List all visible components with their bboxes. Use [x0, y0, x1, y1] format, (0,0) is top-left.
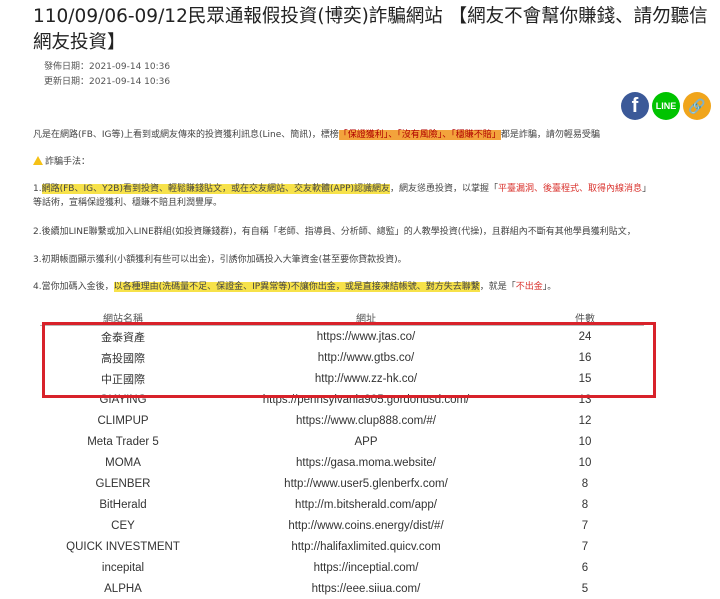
table-row: BitHerald http://m.bitsherald.com/app/8 — [40, 494, 644, 515]
site-name-cell: Meta Trader 5 — [87, 435, 159, 448]
step-1-highlight: 網路(FB、IG、Y2B)看到投資、輕鬆賺錢貼文，或在交友網站、交友軟體(APP… — [41, 184, 391, 194]
site-url-cell: https://eee.siiua.com/ — [311, 582, 421, 595]
report-count-cell: 8 — [581, 498, 589, 511]
report-count-cell: 5 — [581, 582, 589, 595]
intro-text-end: 都是詐騙，請勿輕易受騙 — [500, 130, 600, 140]
publish-date: 發佈日期：2021-09-14 10:36 — [44, 62, 171, 72]
update-date: 更新日期：2021-09-14 10:36 — [44, 77, 171, 87]
step-1: 1.網路(FB、IG、Y2B)看到投資、輕鬆賺錢貼文，或在交友網站、交友軟體(A… — [33, 182, 708, 210]
step-3: 3.初期帳面顯示獲利(小額獲利有些可以出金)，引誘你加碼投入大筆資金(甚至要你貸… — [33, 255, 407, 265]
site-url-cell: APP — [354, 435, 378, 448]
site-name-cell: ALPHA — [104, 582, 142, 595]
article-title: 110/09/06-09/12民眾通報假投資(博奕)詐騙網站 【網友不會幫你賺錢… — [33, 6, 708, 53]
site-name-cell: CEY — [111, 519, 135, 532]
table-row: MOMA https://gasa.moma.website/10 — [40, 452, 644, 473]
site-name-cell: CLIMPUP — [97, 414, 149, 427]
intro-paragraph: 凡是在網路(FB、IG等)上看到或網友傳來的投資獲利訊息(Line、簡訊)，標榜… — [33, 128, 708, 142]
report-count-cell: 6 — [581, 561, 589, 574]
facebook-share-icon[interactable]: f — [621, 92, 649, 120]
site-name-cell: incepital — [101, 561, 145, 574]
step-1-number: 1. — [33, 184, 42, 194]
step-4: 4.當你加碼入金後，以各種理由(洗碼量不足、保證金、IP異常等)不讓你出金，或是… — [33, 280, 708, 294]
step-4-end: 」。 — [542, 282, 557, 292]
site-url-cell: https://inceptial.com/ — [313, 561, 419, 574]
table-row: QUICK INVESTMENT http://halifaxlimited.qu… — [40, 536, 644, 557]
intro-text: 凡是在網路(FB、IG等)上看到或網友傳來的投資獲利訊息(Line、簡訊)，標榜 — [33, 130, 339, 140]
line-share-icon[interactable]: LINE — [652, 92, 680, 120]
report-count-cell: 10 — [578, 456, 592, 469]
site-url-cell: https://www.clup888.com/#/ — [296, 414, 436, 427]
share-bar: f LINE 🔗 — [621, 92, 711, 120]
site-url-cell: http://www.user5.glenberfx.com/ — [284, 477, 448, 490]
method-heading: 詐騙手法： — [33, 155, 708, 169]
step-1-red-text: 平臺漏洞、後臺程式、取得內線消息 — [498, 184, 643, 194]
report-count-cell: 8 — [581, 477, 589, 490]
site-url-cell: https://gasa.moma.website/ — [296, 456, 436, 469]
step-4-red-text: 不出金 — [515, 282, 543, 292]
site-url-cell: http://halifaxlimited.quicv.com — [291, 540, 441, 553]
report-count-cell: 12 — [578, 414, 592, 427]
step-1-line2: 等話術，宣稱保證獲利、穩賺不賠且利潤豐厚。 — [33, 198, 223, 208]
table-row: incepital https://inceptial.com/6 — [40, 557, 644, 578]
method-heading-text: 詐騙手法： — [45, 157, 91, 167]
site-name-cell: MOMA — [105, 456, 141, 469]
table-row: CLIMPUP https://www.clup888.com/#/ 12 — [40, 410, 644, 431]
site-url-cell: http://m.bitsherald.com/app/ — [295, 498, 437, 511]
step-1-end: 」 — [642, 184, 652, 194]
report-count-cell: 7 — [581, 519, 589, 532]
report-count-cell: 10 — [578, 435, 592, 448]
intro-highlight: 「保證獲利」、「沒有風險」、「穩賺不賠」 — [338, 130, 501, 140]
report-count-cell: 7 — [581, 540, 589, 553]
highlight-box — [42, 322, 656, 398]
step-2: 2.後續加LINE聯繫或加入LINE群組(如投資賺錢群)，有自稱「老師、指導員、… — [33, 227, 636, 237]
step-1-text: ，網友慫恿投資，以掌握「 — [390, 184, 499, 194]
site-url-cell: http://www.coins.energy/dist/#/ — [288, 519, 444, 532]
step-4-mid: ，就是「 — [479, 282, 516, 292]
table-row: ALPHA https://eee.siiua.com/5 — [40, 578, 644, 599]
site-name-cell: QUICK INVESTMENT — [66, 540, 180, 553]
warning-icon — [33, 156, 43, 165]
step-4-text: 4.當你加碼入金後， — [33, 282, 114, 292]
site-name-cell: GLENBER — [95, 477, 151, 490]
table-row: GLENBER http://www.user5.glenberfx.com/8 — [40, 473, 644, 494]
table-row: Meta Trader 5 APP 10 — [40, 431, 644, 452]
step-4-highlight: 以各種理由(洗碼量不足、保證金、IP異常等)不讓你出金，或是直接凍結帳號、對方失… — [113, 282, 480, 292]
site-name-cell: BitHerald — [99, 498, 147, 511]
copy-link-icon[interactable]: 🔗 — [683, 92, 711, 120]
table-row: CEY http://www.coins.energy/dist/#/ 7 — [40, 515, 644, 536]
